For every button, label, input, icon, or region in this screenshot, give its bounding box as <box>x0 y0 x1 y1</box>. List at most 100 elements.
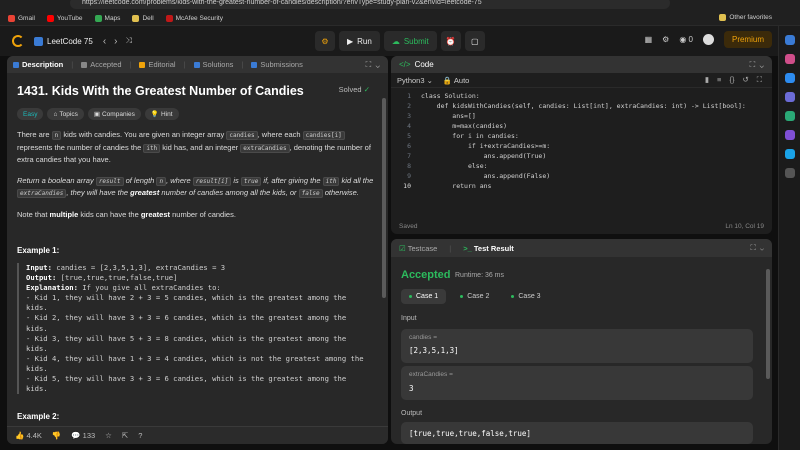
avatar[interactable] <box>702 34 714 45</box>
code-panel: </> Code ⛶ ⌄ Python3 ⌄ 🔒 Auto ▮ ≡ {} ↺ ⛶… <box>391 56 772 234</box>
page-title: 1431. Kids With the Greatest Number of C… <box>17 84 304 98</box>
expand-icon[interactable]: ⛶ ⌄ <box>366 60 380 70</box>
cloud-upload-icon: ☁ <box>391 36 400 46</box>
problem-paragraph-1: There are n kids with candies. You are g… <box>17 130 371 164</box>
like-button[interactable]: 👍 4.4K <box>15 431 42 440</box>
star-icon[interactable]: ☆ <box>105 431 112 440</box>
layout-icon[interactable]: ▦ <box>645 35 653 44</box>
code-line: for i in candies: <box>421 132 519 140</box>
case-tab-3[interactable]: Case 3 <box>503 289 548 304</box>
sidebar-copilot-icon[interactable] <box>784 130 795 140</box>
shuffle-icon[interactable]: ⤨ <box>126 36 132 46</box>
tab-submissions[interactable]: Submissions <box>251 60 303 69</box>
reset-icon[interactable]: ↺ <box>742 75 748 85</box>
thumbs-up-icon: 👍 <box>15 431 25 440</box>
tab-editorial[interactable]: Editorial <box>139 60 176 69</box>
book-icon <box>139 61 146 68</box>
premium-button[interactable]: Premium <box>723 31 772 48</box>
tab-solutions[interactable]: Solutions <box>193 60 233 69</box>
case-tab-1[interactable]: Case 1 <box>401 289 447 304</box>
share-icon[interactable]: ⇱ <box>122 431 128 440</box>
next-problem-icon[interactable]: › <box>114 36 117 47</box>
bookmarks-bar: Gmail YouTube Maps Dell McAfee Security … <box>0 11 800 26</box>
tab-description[interactable]: Description <box>13 60 63 69</box>
problem-list-button[interactable]: LeetCode 75 <box>34 36 93 46</box>
hint-chip[interactable]: 💡 Hint <box>144 108 179 120</box>
browser-sidebar <box>778 26 800 450</box>
lock-icon: 🔒 <box>442 75 453 85</box>
example-2-title: Example 2: <box>17 412 60 422</box>
clock-icon <box>251 61 258 68</box>
timer-button[interactable]: ⏰ <box>440 31 461 51</box>
test-result-panel: ☑ Testcase | >_ Test Result ⛶ ⌄ Accepted… <box>391 239 772 444</box>
code-line: ans.append(False) <box>421 172 551 180</box>
description-panel: Description | Accepted | Editorial | Sol… <box>7 56 388 444</box>
companies-chip[interactable]: ▣ Companies <box>87 108 141 120</box>
code-line: return ans <box>421 182 492 190</box>
editor-toolbar: Python3 ⌄ 🔒 Auto ▮ ≡ {} ↺ ⛶ <box>391 73 772 88</box>
bookmark-dell[interactable]: Dell <box>132 14 154 22</box>
problem-content: 1431. Kids With the Greatest Number of C… <box>7 73 388 426</box>
code-editor[interactable]: 1 2 3 4 5 6 7 8 9 10 class Solution: def… <box>391 88 772 190</box>
bookmark-mcafee[interactable]: McAfee Security <box>165 14 223 22</box>
problem-note: Note that multiple kids can have the gre… <box>17 209 236 219</box>
help-icon[interactable]: ? <box>138 431 142 440</box>
notes-button[interactable]: ▢ <box>464 31 485 51</box>
expand-code-icon[interactable]: ⛶ ⌄ <box>750 60 764 70</box>
leetcode-logo-icon[interactable] <box>12 35 24 47</box>
leetcode-topbar: LeetCode 75 ‹ › ⤨ ⚙ ▶ Run ☁ Submit ⏰ ▢ ▦ ⚙… <box>0 26 778 56</box>
tab-testcase[interactable]: ☑ Testcase <box>399 244 437 253</box>
output-box: [true,true,true,false,true] <box>401 422 753 444</box>
sidebar-add-icon[interactable] <box>784 168 795 178</box>
settings-icon[interactable]: ⚙ <box>662 35 669 44</box>
coins-counter[interactable]: ◉ 0 <box>679 35 693 44</box>
address-bar[interactable]: https://leetcode.com/problems/kids-with-… <box>70 0 670 9</box>
user-toolbar: ▦ ⚙ ◉ 0 Premium <box>645 31 772 48</box>
code-line: ans.append(True) <box>421 152 547 160</box>
comments-button[interactable]: 💬 133 <box>71 431 95 440</box>
play-icon: ▶ <box>347 36 354 46</box>
result-scrollbar[interactable] <box>766 269 770 379</box>
expand-result-icon[interactable]: ⛶ ⌄ <box>751 243 764 253</box>
sidebar-search-icon[interactable] <box>784 35 795 45</box>
sidebar-outlook-icon[interactable] <box>784 149 795 159</box>
mode-toggle[interactable]: 🔒 Auto <box>443 76 469 85</box>
check-circle-icon: ✓ <box>363 85 370 94</box>
sidebar-games-icon[interactable] <box>784 92 795 102</box>
editor-status-bar: Saved Ln 10, Col 19 <box>391 218 772 234</box>
bookmark-gmail[interactable]: Gmail <box>8 14 35 22</box>
example-1-title: Example 1: <box>17 246 60 255</box>
submit-button[interactable]: ☁ Submit <box>383 31 437 51</box>
list-icon <box>34 36 43 46</box>
gmail-icon <box>8 14 15 22</box>
bookmark-maps[interactable]: Maps <box>94 14 120 22</box>
youtube-icon <box>46 14 54 22</box>
code-header: </> Code ⛶ ⌄ <box>391 56 772 73</box>
description-footer: 👍 4.4K 👎 💬 133 ☆ ⇱ ? <box>7 426 388 444</box>
bookmark-icon[interactable]: ▮ <box>705 75 709 85</box>
case-tab-2[interactable]: Case 2 <box>452 289 497 304</box>
format-icon[interactable]: ≡ <box>717 75 721 85</box>
sidebar-tools-icon[interactable] <box>784 73 795 83</box>
tab-accepted[interactable]: Accepted <box>81 60 122 69</box>
braces-icon[interactable]: {} <box>729 75 734 85</box>
fullscreen-icon[interactable]: ⛶ <box>757 75 762 85</box>
sidebar-shopping-icon[interactable] <box>784 54 795 64</box>
tab-test-result[interactable]: >_ Test Result <box>463 244 514 253</box>
prev-problem-icon[interactable]: ‹ <box>103 36 106 47</box>
code-line: else: <box>421 162 488 170</box>
description-scrollbar[interactable] <box>382 98 386 298</box>
debug-button[interactable]: ⚙ <box>315 31 335 51</box>
input-extra-box: extraCandies = 3 <box>401 366 753 400</box>
sidebar-office-icon[interactable] <box>784 111 795 121</box>
bookmark-other-favorites[interactable]: Other favorites <box>719 14 772 21</box>
language-select[interactable]: Python3 ⌄ <box>397 76 433 85</box>
result-tab-bar: ☑ Testcase | >_ Test Result ⛶ ⌄ <box>391 239 772 257</box>
terminal-icon: >_ <box>463 243 472 253</box>
topics-chip[interactable]: ⌂ Topics <box>47 108 84 120</box>
run-button[interactable]: ▶ Run <box>339 31 380 51</box>
dislike-icon[interactable]: 👎 <box>52 431 61 440</box>
result-status: Accepted <box>401 269 451 281</box>
bookmark-youtube[interactable]: YouTube <box>46 14 83 22</box>
left-tab-bar: Description | Accepted | Editorial | Sol… <box>7 56 388 73</box>
